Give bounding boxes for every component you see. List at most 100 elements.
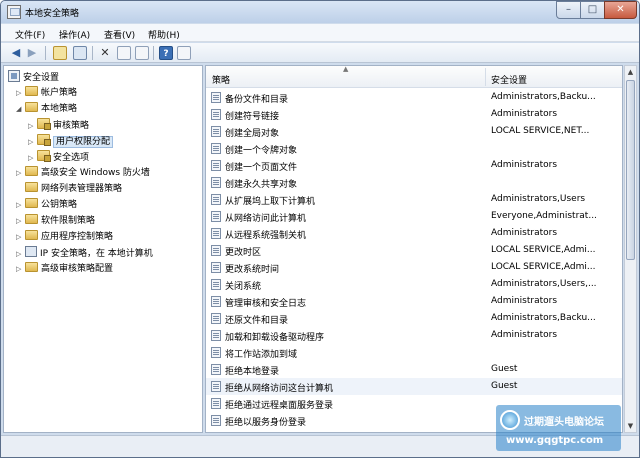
policy-setting-icon: [211, 364, 221, 375]
tree-item-advanced-audit[interactable]: ▷ 高级审核策略配置: [16, 262, 113, 277]
table-row[interactable]: 更改时区 LOCAL SERVICE,Admi...: [206, 242, 622, 259]
forward-arrow-icon[interactable]: ▶: [25, 46, 39, 60]
tree-item-account-policies[interactable]: ▷ 帐户策略: [16, 86, 77, 101]
table-row[interactable]: 从远程系统强制关机 Administrators: [206, 225, 622, 242]
table-row[interactable]: 拒绝从网络访问这台计算机 Guest: [206, 378, 622, 395]
tree-pane[interactable]: 安全设置 ▷ 帐户策略 ◢ 本地策略 ▷ 审核策略 ▷ 用户权限分配 ▷ 安全选项 ▷ 高级…: [3, 65, 203, 433]
table-row[interactable]: 创建永久共享对象: [206, 174, 622, 191]
tree-item-audit-policy[interactable]: ▷ 审核策略: [28, 118, 89, 133]
minimize-button[interactable]: –: [556, 1, 581, 19]
table-row[interactable]: 从扩展坞上取下计算机 Administrators,Users: [206, 191, 622, 208]
title-bar[interactable]: 本地安全策略 – □ ✕: [1, 1, 639, 23]
policy-name: 从远程系统强制关机: [225, 231, 307, 241]
scroll-down-icon[interactable]: ▼: [625, 420, 636, 432]
table-row[interactable]: 创建符号链接 Administrators: [206, 106, 622, 123]
policy-name: 创建符号链接: [225, 112, 280, 122]
watermark-text: 过期遛头电脑论坛: [524, 417, 604, 428]
menu-view[interactable]: 查看(V): [104, 28, 135, 41]
policy-setting-icon: [211, 194, 221, 205]
menu-help[interactable]: 帮助(H): [148, 28, 180, 41]
vertical-scrollbar[interactable]: ▲ ▼: [624, 65, 637, 433]
policy-setting-icon: [211, 432, 221, 433]
expand-triangle-icon[interactable]: ▷: [28, 119, 37, 134]
policy-setting-icon: [211, 279, 221, 290]
tree-root-security-settings[interactable]: 安全设置: [8, 70, 59, 85]
tree-item-label: 帐户策略: [41, 88, 78, 98]
policy-setting-icon: [211, 92, 221, 103]
maximize-button[interactable]: □: [580, 1, 605, 19]
security-setting-value: Administrators: [491, 160, 558, 170]
close-button[interactable]: ✕: [604, 1, 637, 19]
table-row[interactable]: 加载和卸载设备驱动程序 Administrators: [206, 327, 622, 344]
toolbar-separator: [92, 46, 93, 60]
tree-item-local-policies[interactable]: ◢ 本地策略: [16, 102, 77, 117]
policy-list-pane[interactable]: ▲ 策略 安全设置 备份文件和目录 Administrators,Backu...…: [205, 65, 623, 433]
toolbar: ◀ ▶ ✕ ?: [1, 43, 639, 63]
table-row[interactable]: 备份文件和目录 Administrators,Backu...: [206, 89, 622, 106]
delete-icon[interactable]: ✕: [98, 46, 112, 60]
security-setting-value: Administrators,Users: [491, 194, 586, 204]
table-row[interactable]: 管理审核和安全日志 Administrators: [206, 293, 622, 310]
up-folder-icon[interactable]: [53, 46, 67, 60]
security-setting-value: Guest: [491, 381, 518, 391]
security-setting-value: Administrators,Backu...: [491, 92, 596, 102]
scroll-up-icon[interactable]: ▲: [625, 66, 636, 78]
expand-triangle-icon[interactable]: ▷: [28, 135, 37, 150]
help-topic-icon[interactable]: [177, 46, 191, 60]
policy-name: 将工作站添加到域: [225, 350, 298, 360]
table-row[interactable]: 更改系统时间 LOCAL SERVICE,Admi...: [206, 259, 622, 276]
show-tree-icon[interactable]: [73, 46, 87, 60]
policy-setting-icon: [211, 262, 221, 273]
security-setting-value: Administrators: [491, 330, 558, 340]
policy-setting-icon: [211, 313, 221, 324]
policy-setting-icon: [211, 245, 221, 256]
table-row[interactable]: 创建一个令牌对象: [206, 140, 622, 157]
tree-item-label: IP 安全策略，在 本地计算机: [40, 249, 153, 259]
menu-file[interactable]: 文件(F): [15, 28, 45, 41]
table-row[interactable]: 创建一个页面文件 Administrators: [206, 157, 622, 174]
tree-item-software-restriction[interactable]: ▷ 软件限制策略: [16, 214, 95, 229]
policy-setting-icon: [211, 228, 221, 239]
table-row[interactable]: 关闭系统 Administrators,Users,...: [206, 276, 622, 293]
expand-triangle-icon[interactable]: ▷: [16, 214, 25, 229]
tree-item-app-control[interactable]: ▷ 应用程序控制策略: [16, 230, 113, 245]
policy-folder-icon: [37, 118, 51, 130]
tree-item-security-options[interactable]: ▷ 安全选项: [28, 150, 89, 165]
table-row[interactable]: 从网络访问此计算机 Everyone,Administrat...: [206, 208, 622, 225]
expand-triangle-icon[interactable]: ▷: [16, 230, 25, 245]
policy-name: 还原文件和目录: [225, 316, 289, 326]
tree-item-windows-firewall[interactable]: ▷ 高级安全 Windows 防火墙: [16, 166, 150, 181]
tree-item-network-list-manager[interactable]: 网络列表管理器策略: [16, 182, 122, 197]
expand-triangle-icon[interactable]: ▷: [16, 86, 25, 101]
app-icon[interactable]: [7, 5, 21, 19]
expand-triangle-icon[interactable]: ▷: [16, 247, 25, 262]
back-arrow-icon[interactable]: ◀: [9, 46, 23, 60]
column-header-setting[interactable]: 安全设置: [491, 73, 527, 86]
tree-item-ip-security[interactable]: ▷ IP 安全策略，在 本地计算机: [16, 246, 153, 261]
table-row[interactable]: 拒绝本地登录 Guest: [206, 361, 622, 378]
scroll-thumb[interactable]: [626, 80, 635, 260]
policy-setting-icon: [211, 211, 221, 222]
help-icon[interactable]: ?: [159, 46, 173, 60]
menu-action[interactable]: 操作(A): [59, 28, 90, 41]
export-list-icon[interactable]: [135, 46, 149, 60]
column-divider[interactable]: [485, 68, 486, 86]
watermark-logo-icon: [500, 410, 520, 430]
tree-item-public-key-policies[interactable]: ▷ 公钥策略: [16, 198, 77, 213]
tree-item-user-rights-assignment[interactable]: ▷ 用户权限分配: [28, 134, 114, 150]
table-row[interactable]: 还原文件和目录 Administrators,Backu...: [206, 310, 622, 327]
properties-icon[interactable]: [117, 46, 131, 60]
security-setting-value: LOCAL SERVICE,Admi...: [491, 262, 596, 272]
policy-name: 加载和卸载设备驱动程序: [225, 333, 325, 343]
expand-triangle-icon[interactable]: ▷: [16, 198, 25, 213]
expand-triangle-icon[interactable]: ▷: [16, 262, 25, 277]
table-row[interactable]: 创建全局对象 LOCAL SERVICE,NET...: [206, 123, 622, 140]
tree-item-label: 应用程序控制策略: [41, 232, 114, 242]
table-row[interactable]: 将工作站添加到域: [206, 344, 622, 361]
expand-triangle-icon[interactable]: ▷: [16, 166, 25, 181]
expand-triangle-icon[interactable]: ▷: [28, 151, 37, 166]
column-header-policy[interactable]: 策略: [212, 73, 230, 86]
tree-item-label: 安全设置: [23, 73, 60, 83]
tree-item-label: 网络列表管理器策略: [41, 184, 123, 194]
collapse-triangle-icon[interactable]: ◢: [16, 102, 25, 117]
